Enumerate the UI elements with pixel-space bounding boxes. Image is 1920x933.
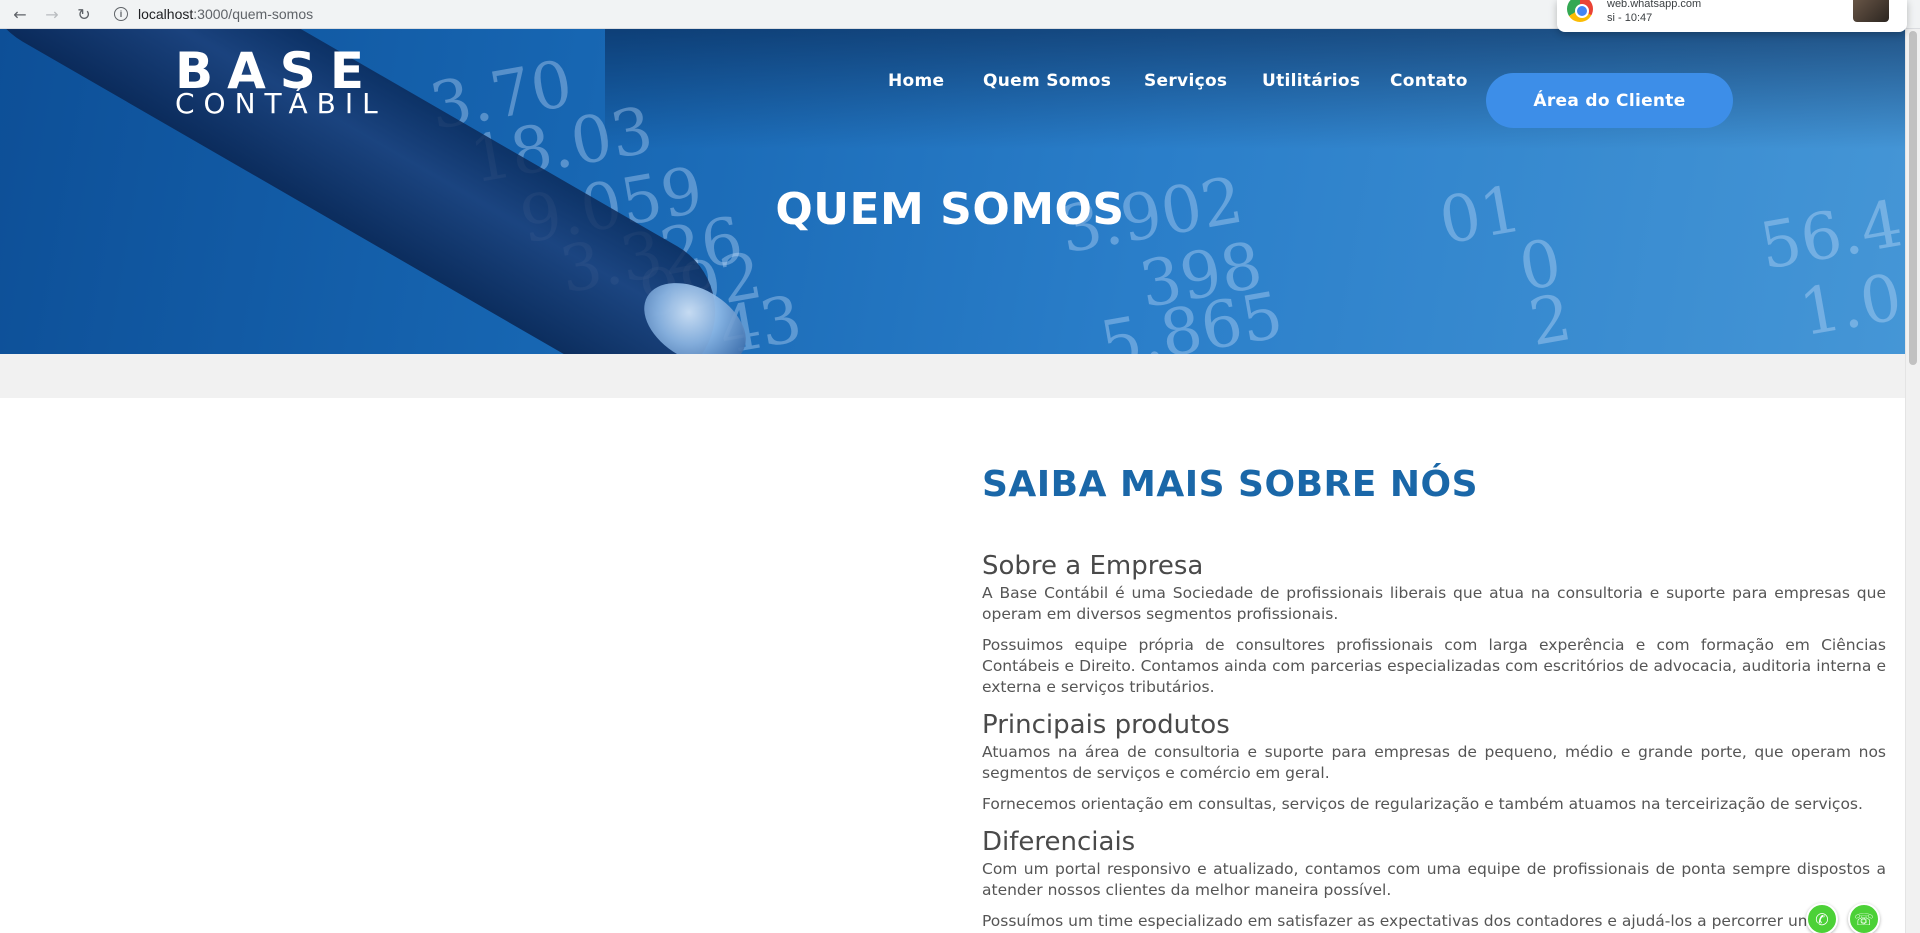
section-title: SAIBA MAIS SOBRE NÓS [982,464,1479,505]
nav-contato[interactable]: Contato [1390,71,1468,91]
heading-principais-produtos: Principais produtos [982,710,1230,740]
nav-quem-somos[interactable]: Quem Somos [983,71,1111,91]
whatsapp-button[interactable]: ✆ [1806,903,1838,933]
paragraph: Possuímos um time especializado em satis… [982,912,1813,930]
section-divider [0,354,1905,398]
url-host: localhost [138,6,194,22]
phone-icon: ☏ [1853,909,1874,929]
client-area-button[interactable]: Área do Cliente [1486,73,1733,128]
heading-diferenciais: Diferenciais [982,827,1136,857]
scrollbar[interactable] [1905,29,1920,933]
paragraph: Possuimos equipe própria de consultores … [982,636,1886,696]
paragraph: Atuamos na área de consultoria e suporte… [982,743,1886,782]
site-logo[interactable]: BASE CONTÁBIL [175,45,421,120]
notification-source: web.whatsapp.com [1607,0,1702,10]
phone-button[interactable]: ☏ [1848,903,1880,933]
heading-sobre-empresa: Sobre a Empresa [982,551,1204,581]
hero-number: 2 [1523,281,1577,354]
nav-servicos[interactable]: Serviços [1144,71,1227,91]
chrome-icon [1567,0,1593,22]
about-section: SAIBA MAIS SOBRE NÓS Sobre a Empresa A B… [982,460,1886,933]
forward-icon[interactable]: → [40,2,64,26]
avatar [1853,0,1889,22]
paragraph: A Base Contábil é uma Sociedade de profi… [982,584,1886,623]
page-title: QUEM SOMOS [775,184,1125,235]
whatsapp-notification[interactable]: web.whatsapp.com si - 10:47 [1557,0,1907,32]
back-icon[interactable]: ← [8,2,32,26]
nav-home[interactable]: Home [888,71,944,91]
whatsapp-icon: ✆ [1815,909,1829,929]
info-icon[interactable]: i [114,7,128,21]
scrollbar-thumb[interactable] [1909,31,1917,365]
hero-banner: 3.70 18.03 9.059 3.326 992 43 3.902 398 … [0,29,1905,354]
paragraph: Fornecemos orientação em consultas, serv… [982,795,1863,813]
address-bar[interactable]: i localhost:3000/quem-somos [106,3,325,25]
reload-icon[interactable]: ↻ [72,2,96,26]
logo-line2: CONTÁBIL [175,87,387,120]
paragraph: Com um portal responsivo e atualizado, c… [982,860,1886,899]
nav-utilitarios[interactable]: Utilitários [1262,71,1360,91]
url-path: :3000/quem-somos [193,6,314,22]
notification-time: si - 10:47 [1607,12,1653,24]
